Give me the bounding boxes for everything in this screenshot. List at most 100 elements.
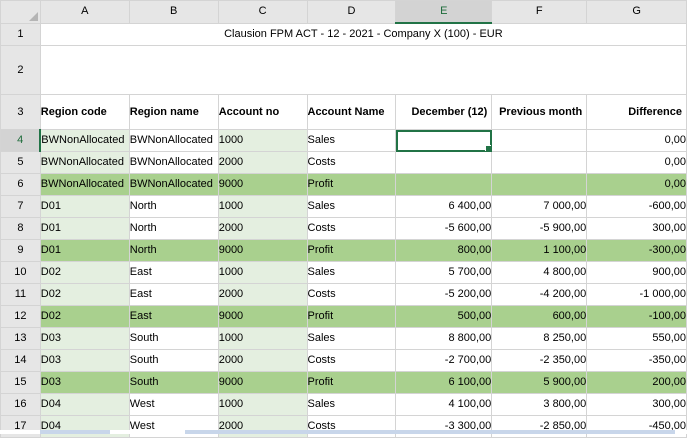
cell-previous-month[interactable]: 1 100,00 bbox=[491, 239, 588, 262]
cell-previous-month[interactable]: -2 850,00 bbox=[491, 415, 588, 438]
cell-account-no[interactable]: 2000 bbox=[217, 151, 308, 174]
row-header[interactable]: 14 bbox=[0, 349, 41, 372]
cell-december[interactable] bbox=[395, 173, 493, 196]
cell-previous-month[interactable]: 600,00 bbox=[491, 305, 588, 328]
cell-account-name[interactable]: Sales bbox=[306, 195, 397, 218]
cell-previous-month[interactable]: 7 000,00 bbox=[491, 195, 588, 218]
cell-december[interactable]: 8 800,00 bbox=[395, 327, 493, 350]
horizontal-scrollbar-thumb[interactable] bbox=[185, 430, 675, 434]
cell-previous-month[interactable] bbox=[491, 173, 588, 196]
cell-account-no[interactable]: 2000 bbox=[217, 349, 308, 372]
row-header[interactable]: 5 bbox=[0, 151, 41, 174]
cell-previous-month[interactable]: 5 900,00 bbox=[491, 371, 588, 394]
cell-account-name[interactable]: Profit bbox=[306, 371, 397, 394]
cell-region-name[interactable]: South bbox=[128, 371, 219, 394]
cell-region-name[interactable]: West bbox=[128, 393, 219, 416]
cell-december[interactable] bbox=[395, 129, 493, 152]
cell-account-name[interactable]: Sales bbox=[306, 129, 397, 152]
column-header-c[interactable]: C bbox=[217, 0, 308, 24]
cell-previous-month[interactable] bbox=[491, 151, 588, 174]
cell-region-code[interactable]: D02 bbox=[39, 261, 130, 284]
cell-account-no[interactable]: 1000 bbox=[217, 195, 308, 218]
cell-december[interactable]: -2 700,00 bbox=[395, 349, 493, 372]
header-december[interactable]: December (12) bbox=[395, 94, 493, 130]
cell-region-code[interactable]: D03 bbox=[39, 327, 130, 350]
cell-december[interactable]: 6 100,00 bbox=[395, 371, 493, 394]
cell-region-name[interactable]: North bbox=[128, 217, 219, 240]
header-account-no[interactable]: Account no bbox=[217, 94, 308, 130]
row-header[interactable]: 3 bbox=[0, 94, 41, 130]
cell-region-name[interactable]: BWNonAllocated bbox=[128, 129, 219, 152]
cell-account-name[interactable]: Costs bbox=[306, 283, 397, 306]
cell-region-name[interactable]: North bbox=[128, 239, 219, 262]
cell-account-name[interactable]: Profit bbox=[306, 239, 397, 262]
cell-previous-month[interactable]: -4 200,00 bbox=[491, 283, 588, 306]
cell-previous-month[interactable]: -5 900,00 bbox=[491, 217, 588, 240]
cell-account-name[interactable]: Costs bbox=[306, 349, 397, 372]
cell-region-code[interactable]: D02 bbox=[39, 283, 130, 306]
cell-account-name[interactable]: Profit bbox=[306, 305, 397, 328]
sheet-tab-strip[interactable] bbox=[40, 430, 110, 434]
cell-december[interactable]: -5 600,00 bbox=[395, 217, 493, 240]
column-header-e[interactable]: E bbox=[395, 0, 493, 24]
row-header[interactable]: 2 bbox=[0, 45, 41, 95]
cell-region-code[interactable]: D02 bbox=[39, 305, 130, 328]
cell-account-no[interactable]: 2000 bbox=[217, 217, 308, 240]
cell-account-name[interactable]: Profit bbox=[306, 173, 397, 196]
cell-account-no[interactable]: 1000 bbox=[217, 393, 308, 416]
cell-difference[interactable]: 300,00 bbox=[586, 393, 687, 416]
header-account-name[interactable]: Account Name bbox=[306, 94, 397, 130]
cell-difference[interactable]: 0,00 bbox=[586, 151, 687, 174]
cell-december[interactable]: 800,00 bbox=[395, 239, 493, 262]
report-title[interactable]: Clausion FPM ACT - 12 - 2021 - Company X… bbox=[39, 22, 687, 46]
header-region-name[interactable]: Region name bbox=[128, 94, 219, 130]
header-previous-month[interactable]: Previous month bbox=[491, 94, 588, 130]
cell-december[interactable]: 500,00 bbox=[395, 305, 493, 328]
row-header[interactable]: 15 bbox=[0, 371, 41, 394]
cell-difference[interactable]: -100,00 bbox=[586, 305, 687, 328]
cell-difference[interactable]: -1 000,00 bbox=[586, 283, 687, 306]
cell-region-code[interactable]: D04 bbox=[39, 415, 130, 438]
row-header[interactable]: 6 bbox=[0, 173, 41, 196]
cell-difference[interactable]: 900,00 bbox=[586, 261, 687, 284]
column-header-g[interactable]: G bbox=[586, 0, 687, 24]
column-header-d[interactable]: D bbox=[306, 0, 397, 24]
cell-previous-month[interactable]: 4 800,00 bbox=[491, 261, 588, 284]
cell-region-name[interactable]: BWNonAllocated bbox=[128, 173, 219, 196]
cell-region-name[interactable]: North bbox=[128, 195, 219, 218]
cell-region-code[interactable]: D01 bbox=[39, 239, 130, 262]
row-header[interactable]: 12 bbox=[0, 305, 41, 328]
cell-previous-month[interactable] bbox=[491, 129, 588, 152]
cell-region-code[interactable]: D03 bbox=[39, 371, 130, 394]
cell-difference[interactable]: 200,00 bbox=[586, 371, 687, 394]
cell-difference[interactable]: -450,00 bbox=[586, 415, 687, 438]
cell-account-name[interactable]: Costs bbox=[306, 415, 397, 438]
cell-region-name[interactable]: South bbox=[128, 349, 219, 372]
column-header-f[interactable]: F bbox=[491, 0, 588, 24]
row-header[interactable]: 1 bbox=[0, 22, 41, 46]
cell-difference[interactable]: -300,00 bbox=[586, 239, 687, 262]
cell-account-name[interactable]: Sales bbox=[306, 261, 397, 284]
row-header[interactable]: 16 bbox=[0, 393, 41, 416]
cell-region-name[interactable]: East bbox=[128, 261, 219, 284]
cell-difference[interactable]: 0,00 bbox=[586, 173, 687, 196]
cell-december[interactable] bbox=[395, 151, 493, 174]
select-all-corner[interactable] bbox=[0, 0, 41, 24]
cell-december[interactable]: -5 200,00 bbox=[395, 283, 493, 306]
cell-region-name[interactable]: East bbox=[128, 283, 219, 306]
cell-region-name[interactable]: South bbox=[128, 327, 219, 350]
cell-account-no[interactable]: 9000 bbox=[217, 239, 308, 262]
cell-region-code[interactable]: D04 bbox=[39, 393, 130, 416]
cell-previous-month[interactable]: -2 350,00 bbox=[491, 349, 588, 372]
cell-region-name[interactable]: West bbox=[128, 415, 219, 438]
cell-account-no[interactable]: 9000 bbox=[217, 305, 308, 328]
cell-difference[interactable]: -600,00 bbox=[586, 195, 687, 218]
cell-december[interactable]: 6 400,00 bbox=[395, 195, 493, 218]
cell-december[interactable]: -3 300,00 bbox=[395, 415, 493, 438]
cell-account-no[interactable]: 9000 bbox=[217, 371, 308, 394]
row-header[interactable]: 7 bbox=[0, 195, 41, 218]
cell-region-code[interactable]: BWNonAllocated bbox=[39, 151, 130, 174]
row-header[interactable]: 10 bbox=[0, 261, 41, 284]
cell-account-name[interactable]: Sales bbox=[306, 393, 397, 416]
header-region-code[interactable]: Region code bbox=[39, 94, 130, 130]
